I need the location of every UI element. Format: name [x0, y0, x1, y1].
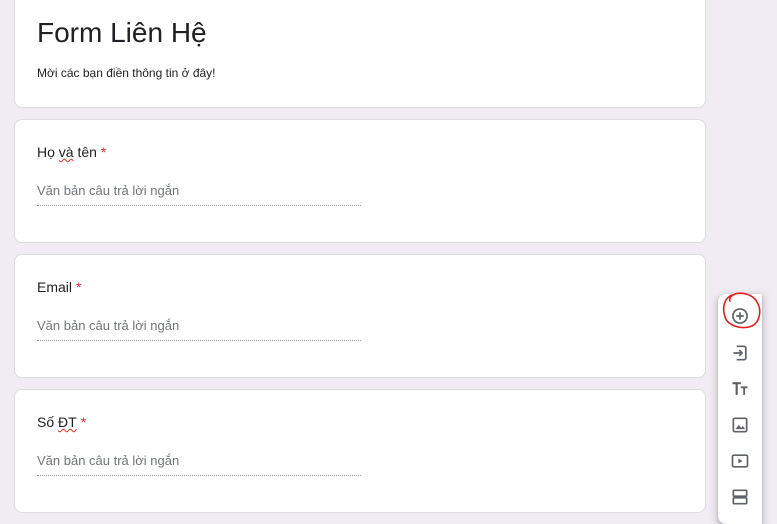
question-card-email[interactable]: Email * Văn bản câu trả lời ngắn	[14, 254, 706, 378]
question-label: Email *	[37, 279, 81, 295]
add-image-button[interactable]	[728, 413, 752, 437]
add-question-button[interactable]	[728, 304, 752, 328]
question-label-part: ĐT	[58, 414, 77, 430]
required-asterisk: *	[80, 414, 87, 430]
form-description[interactable]: Mời các bạn điền thông tin ở đây!	[37, 66, 216, 80]
form-title-card: Form Liên Hệ Mời các bạn điền thông tin …	[14, 0, 706, 108]
question-card-name[interactable]: Họ và tên * Văn bản câu trả lời ngắn	[14, 119, 706, 243]
question-label-part: Số	[37, 414, 59, 430]
question-label: Số ĐT *	[37, 414, 86, 430]
question-label-part: Họ	[37, 144, 59, 160]
required-asterisk: *	[76, 279, 82, 295]
import-questions-icon	[733, 345, 747, 361]
add-section-button[interactable]	[728, 485, 752, 509]
add-section-icon	[732, 489, 748, 505]
form-title[interactable]: Form Liên Hệ	[37, 15, 207, 51]
add-title-button[interactable]	[728, 377, 752, 401]
add-video-icon	[731, 454, 749, 468]
required-asterisk: *	[100, 144, 107, 160]
short-answer-placeholder: Văn bản câu trả lời ngắn	[37, 453, 361, 476]
import-questions-button[interactable]	[728, 341, 752, 365]
add-video-button[interactable]	[728, 449, 752, 473]
question-label: Họ và tên *	[37, 144, 106, 160]
add-question-icon	[732, 308, 748, 324]
add-image-icon	[732, 417, 748, 433]
short-answer-placeholder: Văn bản câu trả lời ngắn	[37, 183, 361, 206]
short-answer-placeholder: Văn bản câu trả lời ngắn	[37, 318, 361, 341]
floating-toolbar	[718, 294, 762, 524]
question-card-phone[interactable]: Số ĐT * Văn bản câu trả lời ngắn	[14, 389, 706, 513]
question-label-part: và	[58, 144, 74, 160]
question-label-part: tên	[73, 144, 97, 160]
add-title-icon	[732, 382, 748, 395]
question-label-text: Email	[37, 279, 73, 295]
